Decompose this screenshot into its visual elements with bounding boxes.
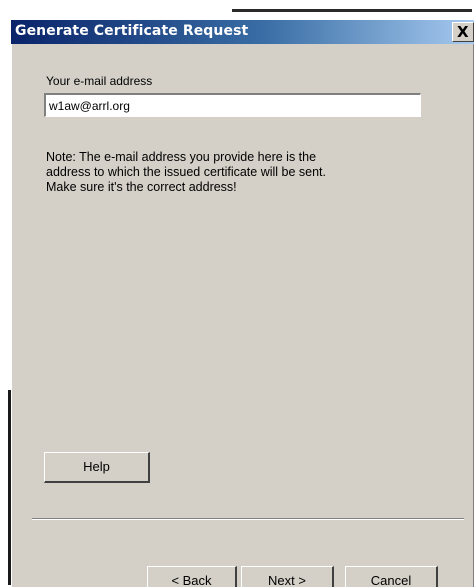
email-label: Your e-mail address: [46, 74, 153, 88]
cancel-button[interactable]: Cancel: [345, 566, 438, 587]
close-icon: X: [457, 23, 469, 41]
screen: Generate Certificate Request X Your e-ma…: [0, 0, 474, 587]
back-button[interactable]: < Back: [147, 566, 237, 587]
title-bar[interactable]: Generate Certificate Request X: [11, 20, 474, 44]
close-button[interactable]: X: [452, 22, 474, 42]
window-title: Generate Certificate Request: [15, 23, 249, 39]
generate-certificate-dialog: Generate Certificate Request X Your e-ma…: [11, 20, 474, 587]
note-line: Make sure it's the correct address!: [46, 180, 237, 194]
note-line: Note: The e-mail address you provide her…: [46, 150, 317, 164]
next-button[interactable]: Next >: [241, 566, 334, 587]
note-line: address to which the issued certificate …: [46, 165, 326, 179]
separator: [32, 518, 464, 520]
help-button[interactable]: Help: [44, 452, 150, 483]
note-text: Note: The e-mail address you provide her…: [46, 150, 426, 195]
background-window-edge-top: [232, 9, 472, 12]
email-field[interactable]: [44, 93, 421, 117]
